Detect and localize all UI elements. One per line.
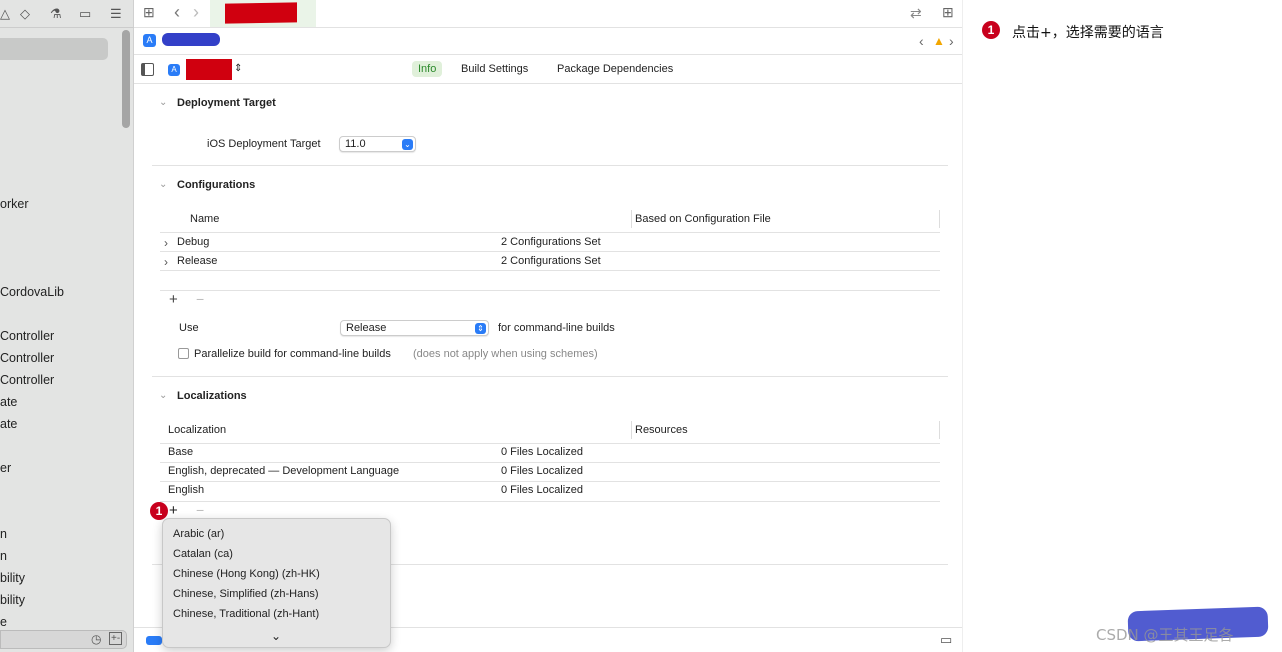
tab-info[interactable]: Info [412,61,443,77]
config-file: 2 Configurations Set [501,236,601,248]
localization-name: Base [168,446,194,458]
use-suffix: for command-line builds [498,322,615,334]
menu-item-language[interactable]: Chinese (Hong Kong) (zh-HK) [173,568,320,580]
forward-button[interactable]: › [193,2,199,23]
table-row[interactable]: English 0 Files Localized [160,482,940,501]
collapse-chevron-icon[interactable]: ⌄ [159,97,167,108]
editor-tab[interactable] [210,0,316,27]
parallelize-checkbox[interactable] [178,348,189,359]
column-header-name[interactable]: Name [190,213,219,225]
chevron-down-icon: ⌄ [402,139,413,150]
source-control-filter-icon[interactable]: +- [109,632,123,645]
ios-deployment-label: iOS Deployment Target [207,138,321,150]
annotation-badge: 1 [150,502,168,520]
menu-item-language[interactable]: Arabic (ar) [173,528,224,540]
back-button[interactable]: ‹ [174,2,180,23]
test-navigator-icon[interactable]: ◇ [20,6,30,22]
sidebar-item[interactable]: Controller [0,329,54,343]
deployment-value: 11.0 [345,138,366,150]
menu-item-language[interactable]: Catalan (ca) [173,548,233,560]
sidebar-item[interactable]: ate [0,417,17,431]
scrollbar[interactable] [122,30,130,128]
sidebar-item[interactable]: e [0,615,7,629]
recent-files-icon[interactable]: ◷ [91,632,101,646]
config-name: Release [177,255,218,267]
add-configuration-button[interactable]: + [169,291,178,308]
sidebar-item[interactable]: bility [0,593,25,607]
ios-deployment-target-combo[interactable]: 11.0 ⌄ [339,136,416,152]
section-title-configurations: Configurations [177,179,256,191]
table-row[interactable]: › Release 2 Configurations Set [160,252,940,271]
previous-issue-icon[interactable]: ‹ [919,33,924,49]
collapse-chevron-icon[interactable]: ⌄ [159,390,167,401]
hide-debug-area-icon[interactable]: ▭ [940,632,952,648]
localization-resources: 0 Files Localized [501,446,583,458]
collapse-chevron-icon[interactable]: ⌄ [159,179,167,190]
sidebar-item[interactable]: bility [0,571,25,585]
remove-configuration-button[interactable]: − [196,291,204,307]
warning-filter-icon[interactable]: △ [0,6,10,22]
column-header-resources[interactable]: Resources [635,424,688,436]
section-title-localizations: Localizations [177,390,247,402]
sidebar-item[interactable]: n [0,549,7,563]
breakpoint-navigator-icon[interactable]: ▭ [79,6,91,22]
disclosure-chevron-icon[interactable]: › [164,236,168,250]
toggle-project-list-icon[interactable] [141,63,154,76]
config-file: 2 Configurations Set [501,255,601,267]
localization-name: English, deprecated — Development Langua… [168,465,400,477]
add-localization-button[interactable]: + [169,502,178,519]
remove-localization-button[interactable]: − [196,502,204,518]
localization-name: English [168,484,205,496]
sidebar-item[interactable]: ate [0,395,17,409]
sidebar-item[interactable]: orker [0,197,28,211]
filter-field[interactable]: ◷ +- [0,630,127,649]
redacted-project-breadcrumb[interactable] [162,33,220,46]
swap-editor-icon[interactable]: ⇄ [910,5,922,22]
language-dropdown-menu: Arabic (ar) Catalan (ca) Chinese (Hong K… [162,518,391,648]
report-navigator-icon[interactable]: ☰ [110,6,122,22]
target-icon: A [168,64,180,76]
menu-item-language[interactable]: Chinese, Traditional (zh-Hant) [173,608,319,620]
app-store-icon: A [143,34,156,47]
tab-package-dependencies[interactable]: Package Dependencies [551,61,679,77]
sidebar-item[interactable]: n [0,527,7,541]
annotation-badge: 1 [982,21,1000,39]
sidebar-item[interactable]: Controller [0,351,54,365]
config-name: Debug [177,236,210,248]
annotation-text: 点击+，选择需要的语言 [1012,25,1164,41]
table-row[interactable]: Base 0 Files Localized [160,444,940,463]
debug-area-toggle-icon[interactable] [146,636,162,645]
table-row[interactable]: › Debug 2 Configurations Set [160,233,940,252]
parallelize-note: (does not apply when using schemes) [413,348,598,360]
up-down-chevron-icon: ⇕ [475,323,486,334]
target-stepper-icon[interactable]: ⇕ [234,63,242,74]
watermark: CSDN @王其王足各 [1096,626,1234,644]
localization-resources: 0 Files Localized [501,484,583,496]
debug-navigator-icon[interactable]: ⚗ [50,6,62,22]
tab-build-settings[interactable]: Build Settings [455,61,534,77]
table-row[interactable]: English, deprecated — Development Langua… [160,463,940,482]
parallelize-label[interactable]: Parallelize build for command-line build… [194,348,391,360]
use-label: Use [179,322,199,334]
add-editor-icon[interactable]: ⊞ [942,4,954,21]
section-title-deployment: Deployment Target [177,97,276,109]
related-items-grid-icon[interactable]: ⊞ [143,4,155,21]
disclosure-chevron-icon[interactable]: › [164,255,168,269]
column-header-config-file[interactable]: Based on Configuration File [635,213,771,225]
selected-project-row[interactable] [0,38,108,60]
scroll-down-chevron-icon[interactable]: ⌄ [271,629,281,643]
sidebar-item[interactable]: CordovaLib [0,285,64,299]
use-value: Release [346,322,387,334]
localization-resources: 0 Files Localized [501,465,583,477]
next-issue-icon[interactable]: › [949,33,954,49]
sidebar-item[interactable]: Controller [0,373,54,387]
column-header-localization[interactable]: Localization [168,424,226,436]
redacted-file-name [225,2,297,24]
command-line-config-popup[interactable]: Release ⇕ [340,320,489,336]
redacted-target-selector[interactable] [186,59,232,80]
menu-item-language[interactable]: Chinese, Simplified (zh-Hans) [173,588,319,600]
sidebar-item[interactable]: er [0,461,11,475]
navigator-sidebar: △ ◇ ⚗ ▭ ☰ orker CordovaLib Controller Co… [0,0,134,652]
warning-icon[interactable]: ▲ [933,34,945,48]
